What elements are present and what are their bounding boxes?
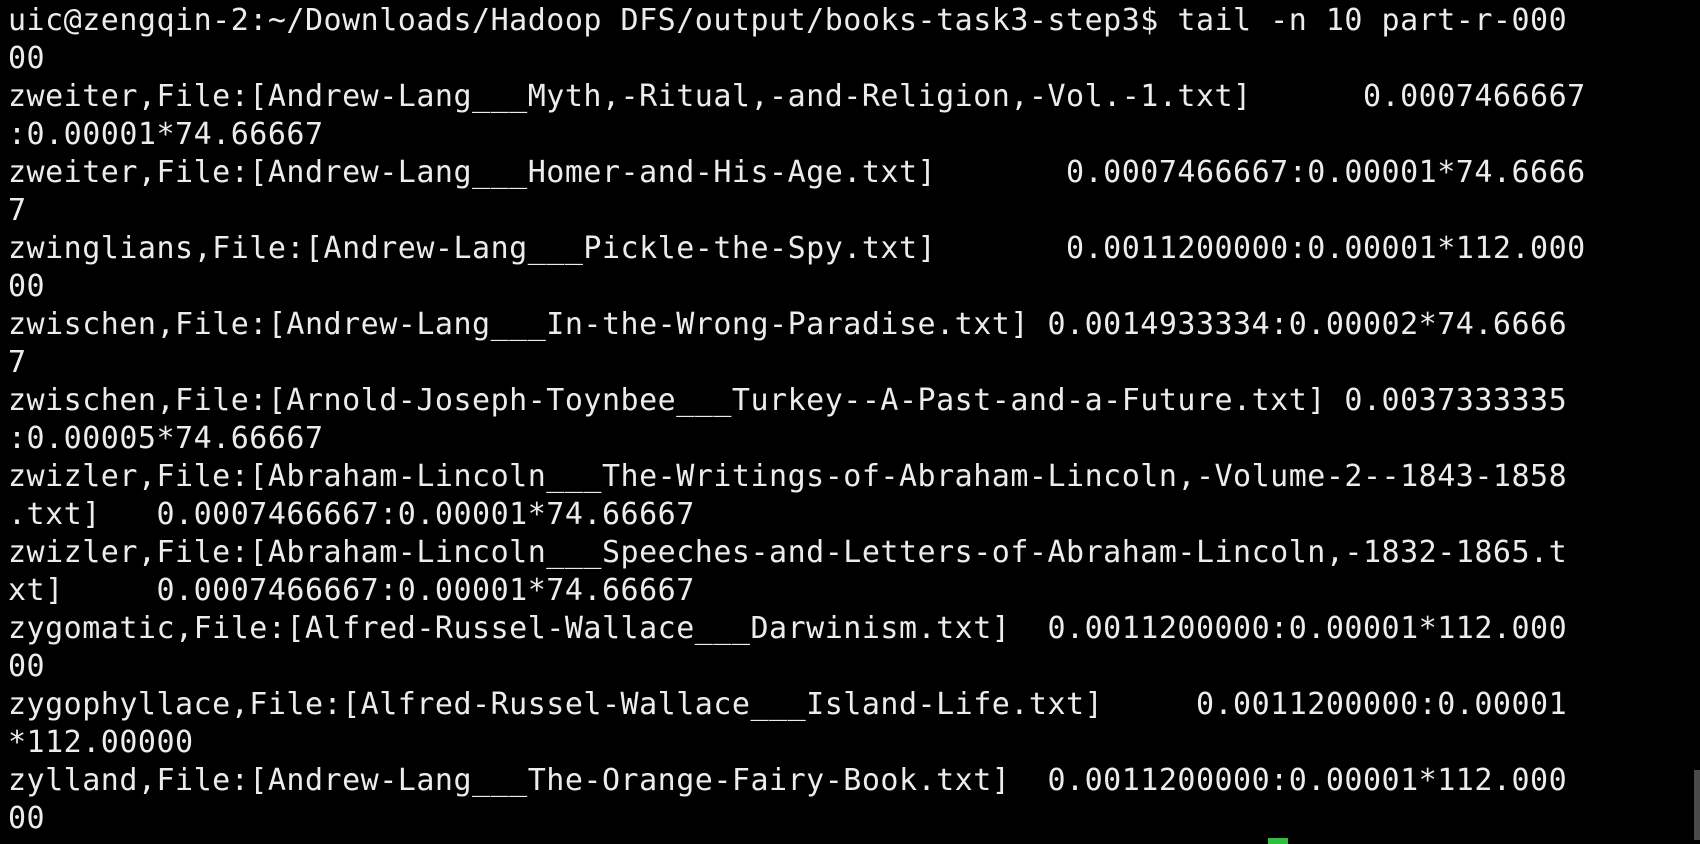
output-line: zwischen,File:[Arnold-Joseph-Toynbee___T… — [8, 383, 1568, 418]
output-line: zwischen,File:[Andrew-Lang___In-the-Wron… — [8, 307, 1568, 342]
output-line: zwinglians,File:[Andrew-Lang___Pickle-th… — [8, 231, 1586, 266]
output-line: 00 — [8, 649, 46, 684]
text-cursor — [1268, 838, 1288, 844]
output-line: :0.00005*74.66667 — [8, 421, 324, 456]
terminal-output: uic@zengqin-2:~/Downloads/Hadoop DFS/out… — [8, 2, 1694, 838]
output-line: zwizler,File:[Abraham-Lincoln___The-Writ… — [8, 459, 1568, 494]
output-line: :0.00001*74.66667 — [8, 117, 324, 152]
output-line: *112.00000 — [8, 725, 194, 760]
prompt-line: uic@zengqin-2:~/Downloads/Hadoop DFS/out… — [8, 3, 1568, 38]
terminal-window[interactable]: uic@zengqin-2:~/Downloads/Hadoop DFS/out… — [0, 0, 1700, 844]
output-line: 7 — [8, 345, 27, 380]
output-line: 00 — [8, 41, 46, 76]
output-line: zweiter,File:[Andrew-Lang___Homer-and-Hi… — [8, 155, 1586, 190]
output-line: zweiter,File:[Andrew-Lang___Myth,-Ritual… — [8, 79, 1586, 114]
output-line: 7 — [8, 193, 27, 228]
output-line: 00 — [8, 801, 46, 836]
output-line: zylland,File:[Andrew-Lang___The-Orange-F… — [8, 763, 1568, 798]
output-line: zygomatic,File:[Alfred-Russel-Wallace___… — [8, 611, 1568, 646]
output-line: .txt] 0.0007466667:0.00001*74.66667 — [8, 497, 695, 532]
scrollbar[interactable] — [1694, 770, 1700, 840]
output-line: zygophyllace,File:[Alfred-Russel-Wallace… — [8, 687, 1568, 722]
output-line: 00 — [8, 269, 46, 304]
output-line: zwizler,File:[Abraham-Lincoln___Speeches… — [8, 535, 1568, 570]
output-line: xt] 0.0007466667:0.00001*74.66667 — [8, 573, 695, 608]
